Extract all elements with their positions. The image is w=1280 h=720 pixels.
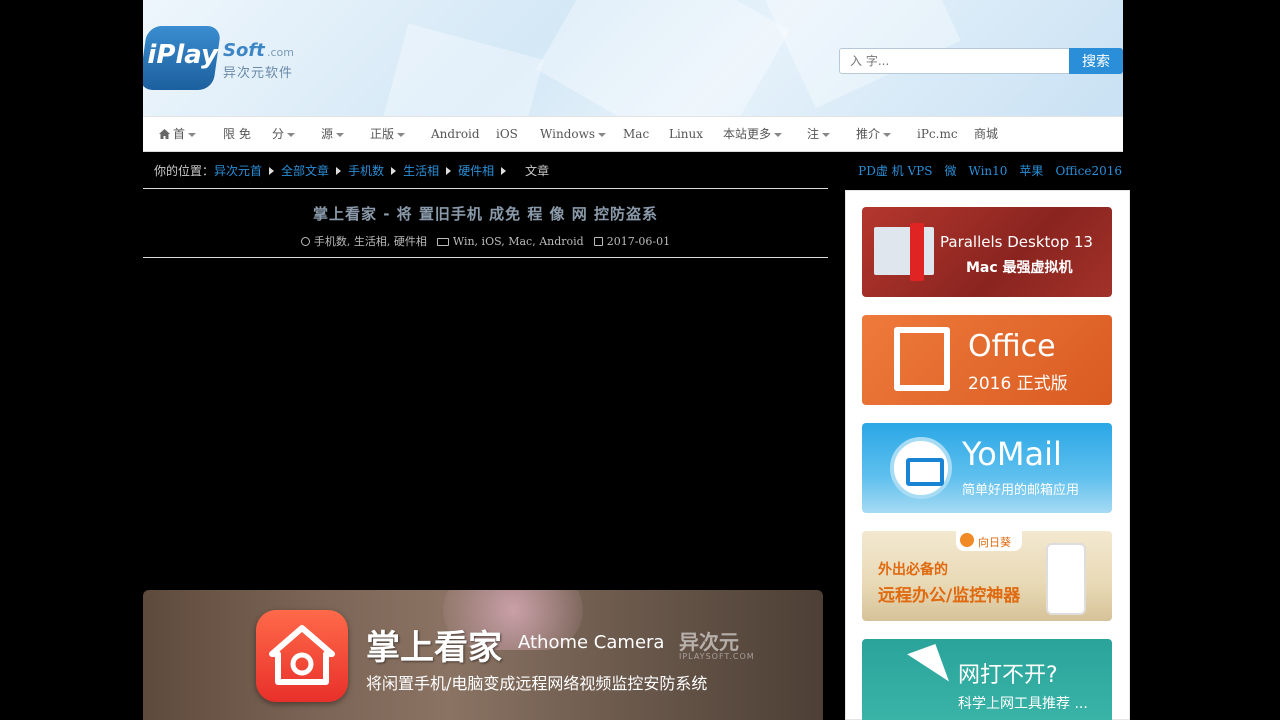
- ad-line1: Parallels Desktop 13: [940, 233, 1093, 251]
- quick-links: PD虚 机 VPS 微 Win10 苹果 Office2016: [846, 162, 1122, 179]
- nav-item-android[interactable]: Android: [431, 117, 480, 151]
- office-icon: [894, 327, 950, 391]
- caret-right-icon: [501, 167, 507, 175]
- banner-title-en: Athome Camera: [518, 632, 665, 653]
- ad-proxy-tools[interactable]: 网打不开? 科学上网工具推荐 ...: [862, 639, 1112, 720]
- chevron-down-icon: [336, 132, 345, 137]
- nav-item-ipc[interactable]: iPc.mc: [917, 117, 958, 151]
- quick-link[interactable]: Office2016: [1055, 164, 1122, 178]
- article-platforms: Win, iOS, Mac, Android: [452, 235, 584, 248]
- banner-title: 掌上看家: [366, 628, 502, 668]
- banner-brand: 异次元: [679, 630, 739, 654]
- ad-line2: 远程办公/监控神器: [878, 586, 1021, 606]
- nav-item-category[interactable]: 分: [272, 117, 296, 151]
- phone-image: [1046, 543, 1086, 615]
- article-banner-image: 掌上看家 Athome Camera 异次元 IPLAYSOFT.COM 将闲置…: [143, 590, 823, 720]
- ad-line1: 网打不开?: [958, 663, 1058, 688]
- paper-plane-icon: [878, 643, 950, 703]
- search-input[interactable]: [839, 48, 1070, 74]
- chevron-down-icon: [188, 132, 197, 137]
- search-button[interactable]: 搜索: [1069, 48, 1123, 74]
- quick-link[interactable]: 苹果: [1019, 164, 1043, 178]
- parallels-icon: [874, 223, 934, 281]
- article-header: 掌上看家 - 将 置旧手机 成免 程 像 网 控防盗系 手机数, 生活相, 硬件…: [143, 188, 828, 258]
- ad-parallels[interactable]: Parallels Desktop 13 Mac 最强虚拟机: [862, 207, 1112, 297]
- article-date: 2017-06-01: [606, 235, 671, 248]
- page: iPlay Soft .com 异次元软件 搜索 首 限 免 分 源 正版 An…: [0, 0, 1280, 720]
- device-icon: [436, 238, 449, 246]
- caret-right-icon: [446, 167, 452, 175]
- home-icon: [159, 129, 170, 139]
- nav-item-genuine[interactable]: 正版: [370, 117, 406, 151]
- ad-yomail[interactable]: YoMail 简单好用的邮箱应用: [862, 423, 1112, 513]
- nav-item-home[interactable]: 首: [159, 117, 197, 151]
- ad-office[interactable]: Office 2016 正式版: [862, 315, 1112, 405]
- nav-item-source[interactable]: 源: [321, 117, 345, 151]
- ad-line2: 2016 正式版: [968, 374, 1068, 394]
- ad-tag: 向日葵: [978, 536, 1011, 549]
- sunflower-badge: 向日葵: [956, 531, 1022, 551]
- banner-brand-sub: IPLAYSOFT.COM: [679, 652, 755, 661]
- banner-subtitle: 将闲置手机/电脑变成远程网络视频监控安防系统: [366, 674, 708, 693]
- breadcrumb-link[interactable]: 生活相: [403, 164, 439, 178]
- article-title: 掌上看家 - 将 置旧手机 成免 程 像 网 控防盗系: [312, 205, 658, 223]
- caret-right-icon: [391, 167, 397, 175]
- chevron-down-icon: [397, 132, 406, 137]
- ad-line2: 科学上网工具推荐 ...: [958, 696, 1088, 712]
- sunflower-icon: [960, 533, 974, 547]
- article-meta: 手机数, 生活相, 硬件相 Win, iOS, Mac, Android 2017-…: [143, 233, 828, 249]
- caret-right-icon: [336, 167, 342, 175]
- breadcrumb-link[interactable]: 异次元首: [214, 164, 262, 178]
- calendar-icon: [593, 237, 603, 246]
- nav-item-register[interactable]: 注: [807, 117, 831, 151]
- nav-item-linux[interactable]: Linux: [669, 117, 703, 151]
- search-box: 搜索: [839, 48, 1123, 74]
- breadcrumb-link[interactable]: 全部文章: [281, 164, 329, 178]
- sidebar: Parallels Desktop 13 Mac 最强虚拟机 Office 20…: [845, 190, 1130, 720]
- breadcrumb: 你的位置：异次元首 全部文章 手机数 生活相 硬件相 文章: [154, 162, 549, 179]
- main-nav: 首 限 免 分 源 正版 Android iOS Windows Mac Lin…: [143, 116, 1123, 152]
- nav-item-more[interactable]: 本站更多: [723, 117, 783, 151]
- quick-link[interactable]: PD虚 机 VPS: [858, 164, 932, 178]
- ad-line2: Mac 最强虚拟机: [966, 260, 1073, 276]
- ad-line1: YoMail: [962, 435, 1062, 473]
- quick-link[interactable]: Win10: [968, 164, 1007, 178]
- chevron-down-icon: [598, 132, 607, 137]
- breadcrumb-current: 文章: [525, 164, 550, 178]
- nav-item-free[interactable]: 限 免: [223, 117, 251, 151]
- nav-item-ios[interactable]: iOS: [496, 117, 518, 151]
- ad-line1: 外出必备的: [878, 562, 948, 578]
- category-icon: [300, 237, 310, 246]
- breadcrumb-link[interactable]: 手机数: [348, 164, 384, 178]
- caret-right-icon: [269, 167, 275, 175]
- breadcrumb-prefix: 你的位置：: [154, 164, 215, 178]
- chevron-down-icon: [822, 132, 831, 137]
- site-logo[interactable]: iPlay Soft .com 异次元软件: [143, 26, 303, 92]
- nav-item-windows[interactable]: Windows: [540, 117, 607, 151]
- chevron-down-icon: [774, 132, 783, 137]
- ad-sunlogin[interactable]: 向日葵 外出必备的 远程办公/监控神器: [862, 531, 1112, 621]
- nav-item-recommend[interactable]: 推介: [856, 117, 892, 151]
- athome-camera-app-icon: [256, 610, 348, 702]
- logo-soft-text: Soft: [223, 40, 265, 61]
- article-categories[interactable]: 手机数, 生活相, 硬件相: [314, 235, 427, 248]
- chevron-down-icon: [287, 132, 296, 137]
- logo-badge: iPlay: [143, 26, 222, 90]
- ad-line1: Office: [968, 329, 1056, 364]
- nav-item-store[interactable]: 商城: [974, 117, 998, 151]
- quick-link[interactable]: 微: [944, 164, 956, 178]
- nav-item-mac[interactable]: Mac: [623, 117, 649, 151]
- mail-icon: [890, 437, 952, 499]
- ad-line2: 简单好用的邮箱应用: [962, 483, 1080, 498]
- logo-com-text: .com: [267, 46, 294, 59]
- site-header: iPlay Soft .com 异次元软件 搜索: [143, 0, 1123, 116]
- logo-cn-text: 异次元软件: [223, 66, 294, 81]
- breadcrumb-bar: 你的位置：异次元首 全部文章 手机数 生活相 硬件相 文章 PD虚 机 VPS 微 Win10…: [143, 152, 1130, 188]
- breadcrumb-link[interactable]: 硬件相: [458, 164, 494, 178]
- chevron-down-icon: [883, 132, 892, 137]
